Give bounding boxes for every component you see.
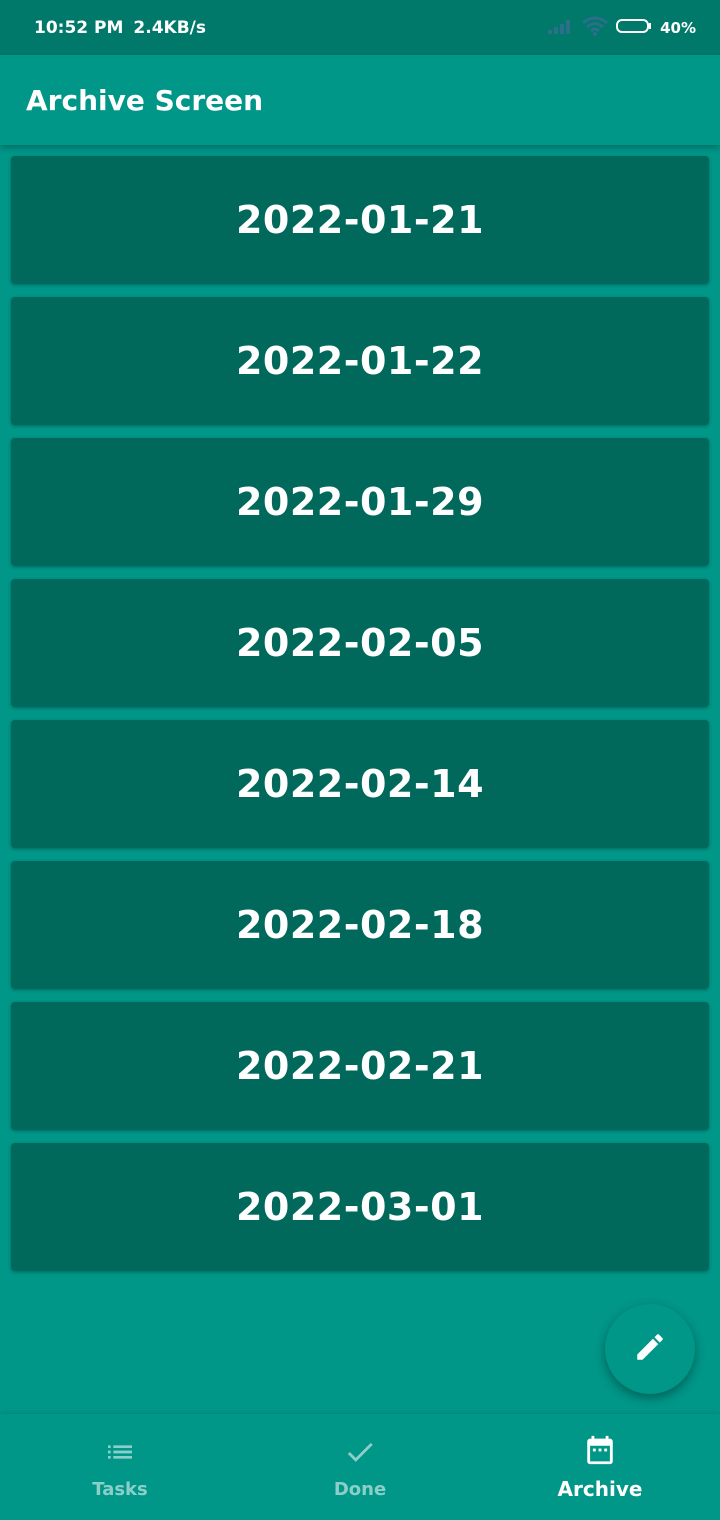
status-speed: 2.4KB/s: [133, 17, 206, 38]
edit-fab-button[interactable]: [605, 1304, 695, 1394]
nav-done-label: Done: [333, 1478, 387, 1500]
archive-date-card[interactable]: 2022-01-22: [11, 297, 709, 425]
archive-date-card[interactable]: 2022-01-29: [11, 438, 709, 566]
nav-tasks[interactable]: Tasks: [0, 1414, 240, 1520]
archive-date-card[interactable]: 2022-01-21: [11, 156, 709, 284]
archive-date-card[interactable]: 2022-02-18: [11, 861, 709, 989]
date-label: 2022-01-22: [235, 339, 485, 383]
date-label: 2022-02-21: [235, 1044, 485, 1088]
wifi-icon: [582, 16, 609, 40]
date-label: 2022-02-05: [235, 621, 485, 665]
archive-date-card[interactable]: 2022-02-21: [11, 1002, 709, 1130]
page-title: Archive Screen: [26, 83, 264, 117]
status-time: 10:52 PM: [34, 17, 124, 38]
nav-done[interactable]: Done: [240, 1414, 480, 1520]
app-bar: Archive Screen: [0, 55, 720, 145]
archive-date-card[interactable]: 2022-02-14: [11, 720, 709, 848]
archive-list: 2022-01-21 2022-01-22 2022-01-29 2022-02…: [11, 156, 709, 1271]
check-icon: [343, 1435, 377, 1469]
battery-icon: [616, 18, 652, 38]
battery-level: 40%: [660, 18, 696, 37]
calendar-icon: [583, 1433, 617, 1467]
edit-icon: [633, 1330, 667, 1368]
date-label: 2022-01-21: [235, 198, 485, 242]
signal-icon: [548, 18, 574, 38]
nav-archive-label: Archive: [557, 1477, 643, 1501]
nav-tasks-label: Tasks: [92, 1478, 148, 1500]
archive-date-card[interactable]: 2022-02-05: [11, 579, 709, 707]
status-bar: 10:52 PM 2.4KB/s 40%: [0, 0, 720, 55]
list-icon: [103, 1435, 137, 1469]
archive-date-card[interactable]: 2022-03-01: [11, 1143, 709, 1271]
nav-archive[interactable]: Archive: [480, 1414, 720, 1520]
bottom-navigation: Tasks Done Archive: [0, 1414, 720, 1520]
date-label: 2022-02-18: [235, 903, 485, 947]
date-label: 2022-02-14: [235, 762, 485, 806]
date-label: 2022-01-29: [235, 480, 485, 524]
date-label: 2022-03-01: [235, 1185, 485, 1229]
